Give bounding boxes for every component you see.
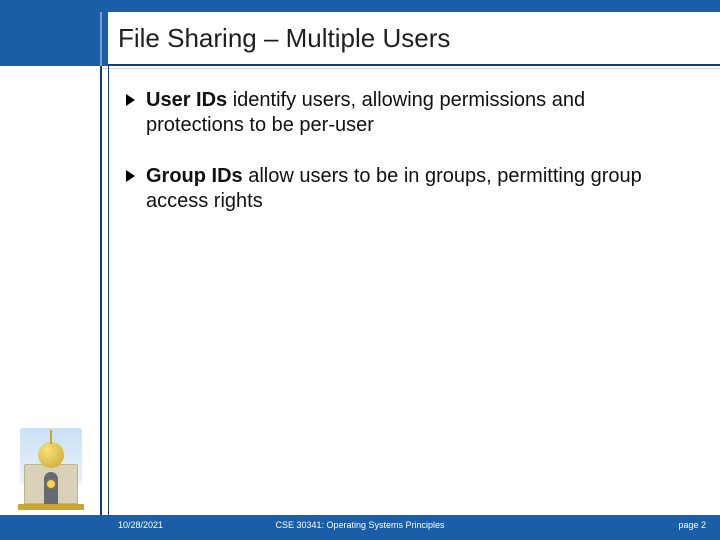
footer-page: page 2	[678, 520, 706, 530]
arrow-icon	[126, 94, 135, 106]
bullet-lead: User IDs	[146, 89, 227, 111]
slide: File Sharing – Multiple Users User IDs i…	[0, 0, 720, 540]
logo-seal	[46, 479, 56, 489]
bullet-item: User IDs identify users, allowing permis…	[126, 88, 686, 138]
left-rail-inner	[108, 66, 109, 515]
slide-title: File Sharing – Multiple Users	[118, 23, 450, 54]
body-content: User IDs identify users, allowing permis…	[126, 88, 686, 240]
footer-date: 10/28/2021	[118, 520, 163, 530]
title-separator	[100, 68, 720, 69]
logo-spire	[50, 430, 52, 444]
arrow-icon	[126, 170, 135, 182]
left-rail-top-segment	[100, 12, 102, 66]
dome-logo	[10, 424, 92, 516]
left-rail-outer	[100, 66, 102, 515]
bullet-item: Group IDs allow users to be in groups, p…	[126, 164, 686, 214]
logo-base	[18, 504, 84, 510]
title-box: File Sharing – Multiple Users	[108, 12, 720, 66]
logo-dome	[38, 442, 64, 468]
footer-course: CSE 30341: Operating Systems Principles	[0, 520, 720, 530]
bullet-lead: Group IDs	[146, 165, 243, 187]
